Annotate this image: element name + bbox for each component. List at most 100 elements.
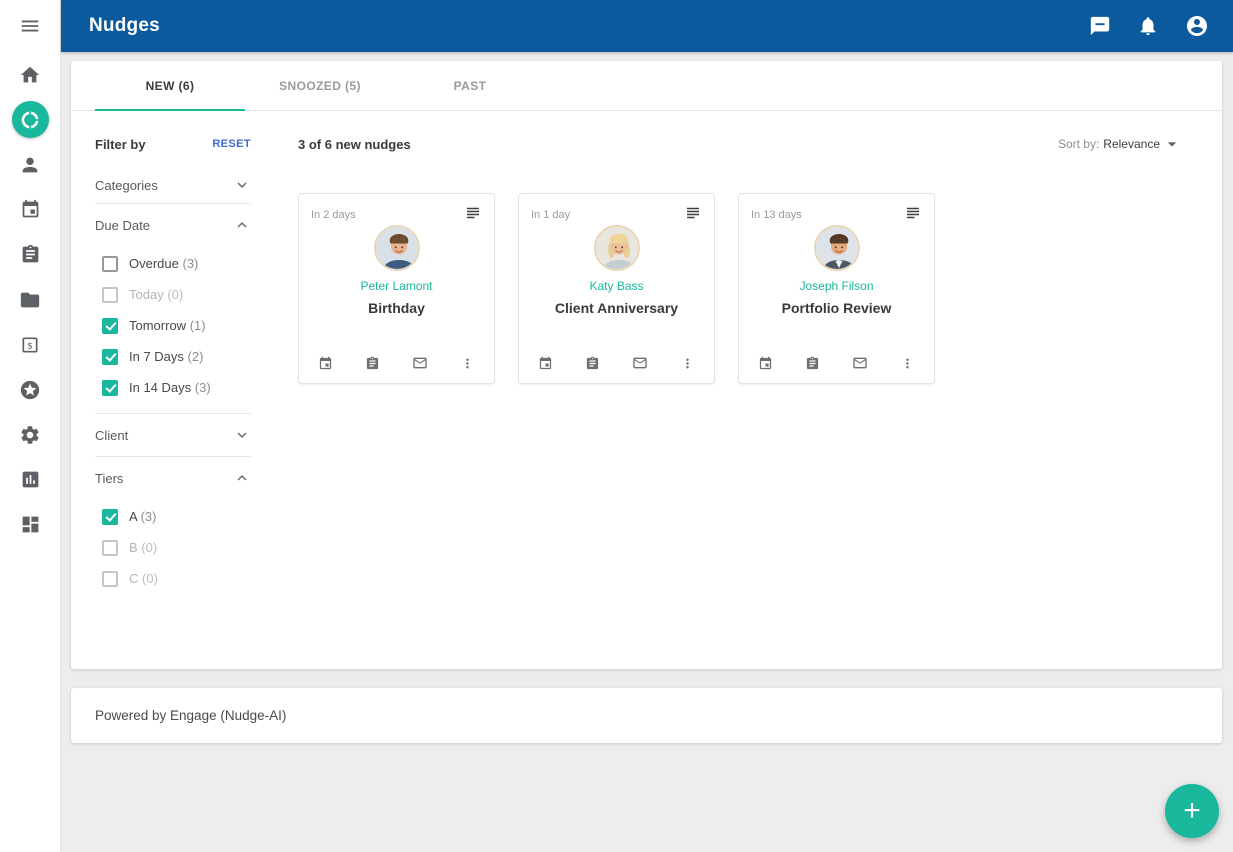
nudge-card-list: In 2 days <box>298 193 1198 384</box>
checkbox-row-today[interactable]: Today (0) <box>95 279 251 310</box>
chevron-up-icon <box>233 469 251 487</box>
calendar-action-icon[interactable] <box>538 356 553 371</box>
note-action-icon[interactable] <box>585 356 600 371</box>
account-circle-icon[interactable] <box>1185 14 1209 38</box>
checkbox-row-overdue[interactable]: Overdue (3) <box>95 248 251 279</box>
option-label: Overdue (3) <box>129 256 198 271</box>
sort-selected-value: Relevance <box>1103 137 1160 151</box>
details-lines-icon[interactable] <box>904 204 922 222</box>
sidebar-item-billing[interactable]: $ <box>0 322 60 367</box>
panel-body: Filter by RESET Categories Due Date <box>71 111 1222 669</box>
due-badge: In 2 days <box>311 204 356 221</box>
checkbox-row-tier-b[interactable]: B (0) <box>95 532 251 563</box>
categories-label: Categories <box>95 178 158 193</box>
client-avatar[interactable] <box>374 225 420 271</box>
results-summary: 3 of 6 new nudges <box>298 137 411 152</box>
left-nav-rail: $ <box>0 0 61 852</box>
tab-past[interactable]: PAST <box>395 61 545 110</box>
checkbox[interactable] <box>102 318 118 334</box>
checkbox-row-tier-a[interactable]: A (3) <box>95 501 251 532</box>
tab-new[interactable]: NEW (6) <box>95 61 245 110</box>
details-lines-icon[interactable] <box>464 204 482 222</box>
filter-section-client[interactable]: Client <box>95 414 251 456</box>
more-options-icon[interactable] <box>900 356 915 371</box>
dropdown-arrow-icon <box>1162 134 1182 154</box>
filter-section-tiers[interactable]: Tiers <box>95 457 251 499</box>
nudges-list-pane: 3 of 6 new nudges Sort by: Relevance <box>298 135 1198 645</box>
checkbox-row-tomorrow[interactable]: Tomorrow (1) <box>95 310 251 341</box>
client-name-link[interactable]: Joseph Filson <box>799 279 873 293</box>
notifications-bell-icon[interactable] <box>1137 15 1159 37</box>
tier-options: A (3) B (0) C (0) <box>95 499 251 604</box>
checkbox[interactable] <box>102 509 118 525</box>
nudge-card-top: In 13 days <box>751 204 922 222</box>
due-badge: In 13 days <box>751 204 802 221</box>
sort-by-label: Sort by: <box>1058 137 1099 151</box>
chat-icon[interactable] <box>1089 15 1111 37</box>
chevron-up-icon <box>233 216 251 234</box>
filter-section-categories[interactable]: Categories <box>95 167 251 203</box>
calendar-icon <box>20 199 41 220</box>
option-label: In 14 Days (3) <box>129 380 211 395</box>
tab-snoozed[interactable]: SNOOZED (5) <box>245 61 395 110</box>
sidebar-item-settings[interactable] <box>0 412 60 457</box>
sidebar-item-dashboard[interactable] <box>0 502 60 547</box>
checkbox[interactable] <box>102 571 118 587</box>
powered-by-text: Powered by Engage (Nudge-AI) <box>95 708 286 723</box>
nudge-card-portfolio-review[interactable]: In 13 days <box>738 193 935 384</box>
nudge-title: Birthday <box>368 300 425 316</box>
client-label: Client <box>95 428 128 443</box>
checkbox[interactable] <box>102 380 118 396</box>
sidebar-item-documents[interactable] <box>0 277 60 322</box>
due-badge: In 1 day <box>531 204 570 221</box>
checkbox[interactable] <box>102 256 118 272</box>
app-header: Nudges <box>61 0 1233 52</box>
details-lines-icon[interactable] <box>684 204 702 222</box>
sidebar-item-calendar[interactable] <box>0 187 60 232</box>
mail-action-icon[interactable] <box>852 355 868 371</box>
nudge-card-birthday[interactable]: In 2 days <box>298 193 495 384</box>
checkbox[interactable] <box>102 349 118 365</box>
sidebar-item-favorites[interactable] <box>0 367 60 412</box>
calendar-action-icon[interactable] <box>758 356 773 371</box>
filter-header: Filter by RESET <box>95 135 251 153</box>
sort-dropdown[interactable]: Sort by: Relevance <box>1058 134 1182 154</box>
nudge-card-top: In 1 day <box>531 204 702 222</box>
header-actions <box>1089 14 1209 38</box>
reset-filters-button[interactable]: RESET <box>212 138 251 150</box>
clipboard-icon <box>20 244 41 265</box>
filter-section-due-date[interactable]: Due Date <box>95 204 251 246</box>
due-date-options: Overdue (3) Today (0) Tomorrow (1) <box>95 246 251 413</box>
option-label: A (3) <box>129 509 156 524</box>
client-avatar[interactable] <box>594 225 640 271</box>
checkbox[interactable] <box>102 540 118 556</box>
results-header: 3 of 6 new nudges Sort by: Relevance <box>298 135 1198 153</box>
note-action-icon[interactable] <box>365 356 380 371</box>
checkbox-row-tier-c[interactable]: C (0) <box>95 563 251 594</box>
mail-action-icon[interactable] <box>632 355 648 371</box>
more-options-icon[interactable] <box>680 356 695 371</box>
sidebar-item-home[interactable] <box>0 52 60 97</box>
add-nudge-fab[interactable]: + <box>1165 784 1219 838</box>
nudge-card-client-anniversary[interactable]: In 1 day <box>518 193 715 384</box>
more-options-icon[interactable] <box>460 356 475 371</box>
client-avatar[interactable] <box>814 225 860 271</box>
note-action-icon[interactable] <box>805 356 820 371</box>
sidebar-item-clients[interactable] <box>0 142 60 187</box>
checkbox-row-in-14-days[interactable]: In 14 Days (3) <box>95 372 251 403</box>
client-name-link[interactable]: Peter Lamont <box>360 279 432 293</box>
mail-action-icon[interactable] <box>412 355 428 371</box>
sidebar-item-tasks[interactable] <box>0 232 60 277</box>
filter-panel: Filter by RESET Categories Due Date <box>95 135 251 645</box>
client-name-link[interactable]: Katy Bass <box>589 279 643 293</box>
checkbox[interactable] <box>102 287 118 303</box>
option-label: C (0) <box>129 571 158 586</box>
checkbox-row-in-7-days[interactable]: In 7 Days (2) <box>95 341 251 372</box>
sidebar-item-reports[interactable] <box>0 457 60 502</box>
hamburger-menu-button[interactable] <box>0 0 60 52</box>
sidebar-item-nudges-active[interactable] <box>0 97 60 142</box>
star-circle-icon <box>19 379 41 401</box>
content-area: NEW (6) SNOOZED (5) PAST Filter by RESET… <box>61 52 1233 852</box>
menu-icon <box>19 15 41 37</box>
calendar-action-icon[interactable] <box>318 356 333 371</box>
